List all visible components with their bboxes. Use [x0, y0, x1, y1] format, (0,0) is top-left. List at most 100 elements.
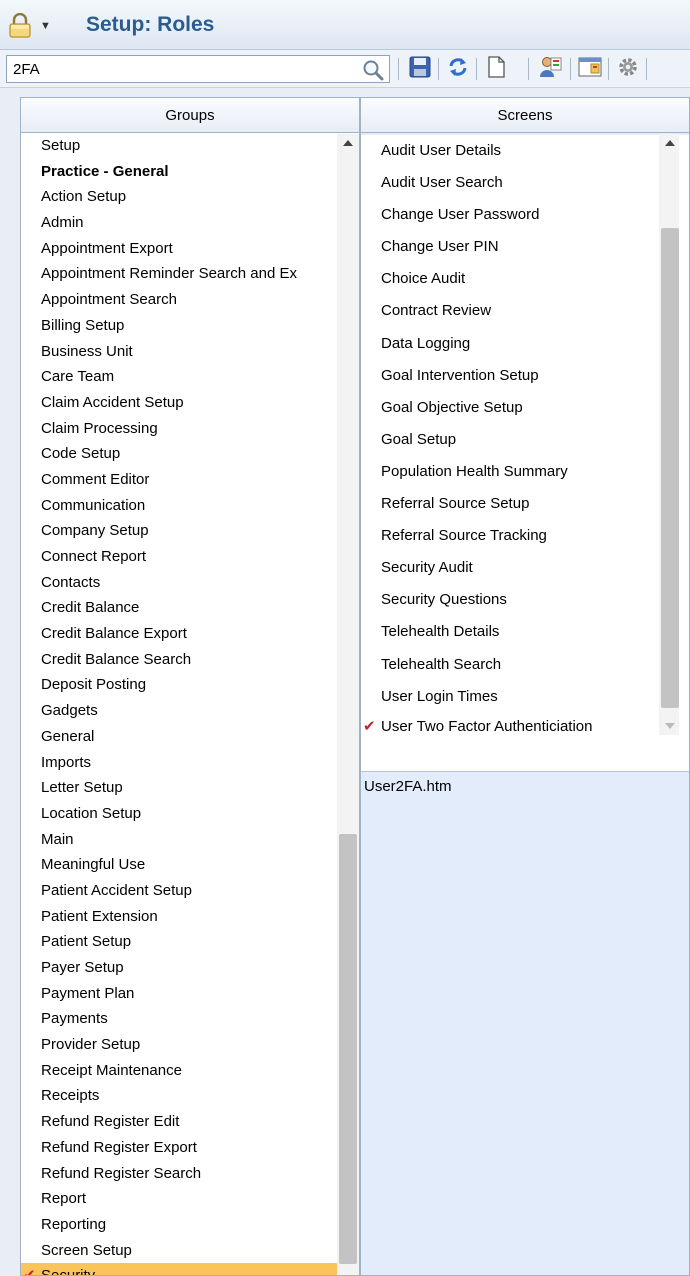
group-item[interactable]: Communication [21, 493, 359, 519]
group-item[interactable]: Imports [21, 750, 359, 776]
group-item[interactable]: Billing Setup [21, 313, 359, 339]
group-item[interactable]: Location Setup [21, 801, 359, 827]
groups-scroll-thumb[interactable] [339, 834, 357, 1264]
screens-scrollbar[interactable] [659, 134, 679, 735]
group-item[interactable]: Company Setup [21, 518, 359, 544]
lock-menu-button[interactable]: ▼ [8, 10, 68, 42]
group-item[interactable]: General [21, 724, 359, 750]
group-item[interactable]: Action Setup [21, 184, 359, 210]
screen-item[interactable]: Security Questions [361, 584, 689, 616]
screen-item-label: User Login Times [381, 687, 498, 705]
group-item[interactable]: Receipt Maintenance [21, 1058, 359, 1084]
save-button[interactable] [406, 55, 434, 83]
group-item[interactable]: Refund Register Export [21, 1135, 359, 1161]
groups-scrollbar[interactable] [337, 134, 359, 1275]
window-settings-button[interactable] [576, 55, 604, 83]
group-item[interactable]: Contacts [21, 570, 359, 596]
scroll-down-arrow-icon[interactable] [665, 723, 675, 729]
checkmark-icon: ✔ [363, 717, 376, 735]
group-item[interactable]: Main [21, 827, 359, 853]
group-item-label: Location Setup [41, 804, 142, 822]
scroll-up-arrow-icon[interactable] [665, 140, 675, 146]
chevron-down-icon: ▼ [40, 20, 51, 32]
group-item[interactable]: Claim Accident Setup [21, 390, 359, 416]
group-item-label: Connect Report [41, 548, 147, 565]
group-item[interactable]: Appointment Export [21, 236, 359, 262]
screen-item[interactable]: Contract Review [361, 295, 689, 327]
screen-item[interactable]: Change User Password [361, 199, 689, 231]
group-item-label: Credit Balance [41, 599, 140, 617]
group-item[interactable]: Letter Setup [21, 775, 359, 801]
group-item[interactable]: Claim Processing [21, 416, 359, 442]
group-item-label: Patient Accident Setup [41, 881, 192, 899]
screen-item-label: Security Audit [381, 559, 473, 577]
screens-header[interactable]: Screens [361, 98, 689, 133]
group-item[interactable]: Reporting [21, 1212, 359, 1238]
group-item[interactable]: ✔ Security [21, 1263, 359, 1275]
screen-item[interactable]: Goal Setup [361, 424, 689, 456]
screen-item[interactable]: Data Logging [361, 328, 689, 360]
groups-header[interactable]: Groups [21, 98, 359, 133]
screen-item[interactable]: Goal Intervention Setup [361, 360, 689, 392]
group-item[interactable]: Admin [21, 210, 359, 236]
screen-item[interactable]: Telehealth Details [361, 616, 689, 648]
scroll-up-arrow-icon[interactable] [343, 140, 353, 146]
group-item[interactable]: Connect Report [21, 544, 359, 570]
screen-item[interactable]: Security Audit [361, 552, 689, 584]
group-item[interactable]: Refund Register Edit [21, 1109, 359, 1135]
screen-item[interactable]: User Login Times [361, 681, 689, 713]
group-item[interactable]: Appointment Search [21, 287, 359, 313]
screen-item[interactable]: Goal Objective Setup [361, 392, 689, 424]
group-item[interactable]: Care Team [21, 364, 359, 390]
group-item[interactable]: Receipts [21, 1083, 359, 1109]
group-item[interactable]: Screen Setup [21, 1238, 359, 1264]
group-item[interactable]: Credit Balance [21, 595, 359, 621]
screen-item[interactable]: ✔ User Two Factor Authenticiation [361, 713, 689, 741]
screen-item[interactable]: Referral Source Setup [361, 488, 689, 520]
group-item[interactable]: Provider Setup [21, 1032, 359, 1058]
group-item[interactable]: Patient Accident Setup [21, 878, 359, 904]
screen-item[interactable]: Audit User Search [361, 167, 689, 199]
group-item[interactable]: Payments [21, 1006, 359, 1032]
group-item-label: Claim Processing [41, 419, 158, 437]
new-document-icon [486, 56, 506, 82]
group-item[interactable]: Credit Balance Export [21, 621, 359, 647]
group-item[interactable]: Practice - General [21, 159, 359, 185]
toolbar-separator [608, 58, 609, 80]
screen-item[interactable]: Population Health Summary [361, 456, 689, 488]
search-input[interactable] [7, 56, 347, 82]
group-item-label: Deposit Posting [41, 676, 147, 694]
search-icon[interactable] [361, 58, 385, 82]
group-item[interactable]: Report [21, 1186, 359, 1212]
group-item[interactable]: Meaningful Use [21, 852, 359, 878]
screen-item[interactable]: Change User PIN [361, 231, 689, 263]
group-item[interactable]: Patient Extension [21, 904, 359, 930]
group-item[interactable]: Comment Editor [21, 467, 359, 493]
screen-item[interactable]: Audit User Details [361, 135, 689, 167]
user-roles-button[interactable] [536, 55, 564, 83]
group-item-label: Appointment Reminder Search and Ex [41, 265, 297, 283]
group-item[interactable]: Gadgets [21, 698, 359, 724]
group-item[interactable]: Payment Plan [21, 981, 359, 1007]
settings-button[interactable] [614, 55, 642, 83]
group-item[interactable]: Setup [21, 133, 359, 159]
group-item-label: Payments [41, 1010, 108, 1028]
refresh-button[interactable] [444, 55, 472, 83]
group-item[interactable]: Business Unit [21, 339, 359, 365]
group-item[interactable]: Patient Setup [21, 929, 359, 955]
group-item[interactable]: Credit Balance Search [21, 647, 359, 673]
group-item[interactable]: Deposit Posting [21, 672, 359, 698]
screen-item[interactable]: Telehealth Search [361, 649, 689, 681]
group-item[interactable]: Payer Setup [21, 955, 359, 981]
group-item[interactable]: Refund Register Search [21, 1161, 359, 1187]
group-item-label: Payment Plan [41, 984, 135, 1002]
gear-icon [617, 56, 639, 82]
screen-item[interactable]: Referral Source Tracking [361, 520, 689, 552]
screen-item-label: Telehealth Search [381, 655, 502, 673]
screens-scroll-thumb[interactable] [661, 228, 679, 708]
screen-item[interactable]: Choice Audit [361, 263, 689, 295]
screen-item-label: Contract Review [381, 302, 492, 320]
group-item[interactable]: Code Setup [21, 441, 359, 467]
new-document-button[interactable] [482, 55, 510, 83]
group-item[interactable]: Appointment Reminder Search and Ex [21, 261, 359, 287]
